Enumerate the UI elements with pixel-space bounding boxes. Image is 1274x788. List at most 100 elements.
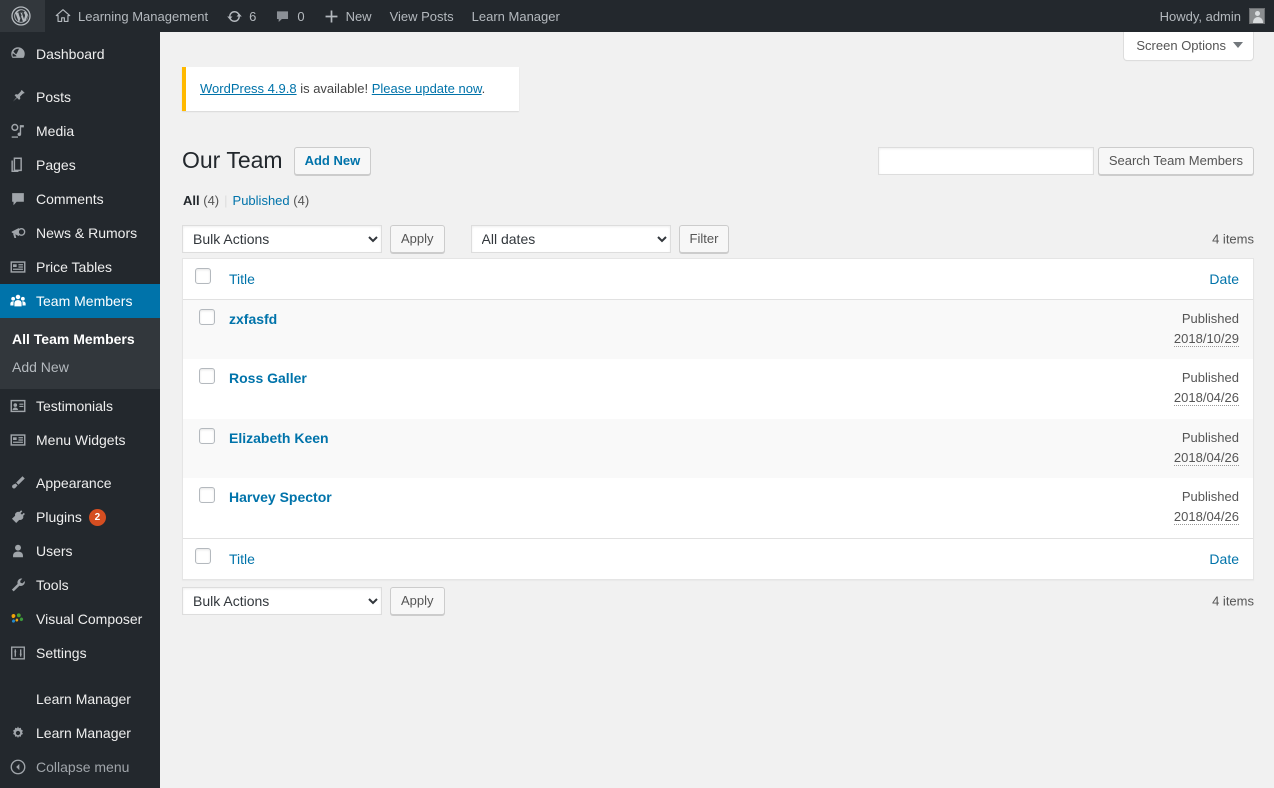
sidebar-item-testimonials[interactable]: Testimonials	[0, 389, 160, 423]
row-title-link[interactable]: Harvey Spector	[229, 489, 332, 505]
bulk-action-select-top[interactable]: Bulk Actions Edit Move to Trash	[182, 224, 382, 253]
bulk-apply-button-top[interactable]: Apply	[390, 224, 445, 253]
row-date-value: 2018/04/26	[1173, 449, 1239, 466]
sidebar-item-news-rumors[interactable]: News & Rumors	[0, 216, 160, 250]
sidebar-item-settings[interactable]: Settings	[0, 636, 160, 670]
visual-composer-icon	[0, 610, 36, 628]
media-icon	[0, 122, 36, 140]
plug-icon	[0, 508, 36, 526]
select-all-checkbox-bottom[interactable]	[195, 547, 211, 564]
collapse-menu-button[interactable]: Collapse menu	[0, 750, 160, 784]
sidebar-item-menu-widgets[interactable]: Menu Widgets	[0, 423, 160, 457]
search-submit-button[interactable]: Search Team Members	[1097, 147, 1254, 175]
select-all-checkbox-top[interactable]	[195, 267, 211, 284]
updates-menu[interactable]: 6	[217, 0, 265, 32]
my-account-menu[interactable]: Howdy, admin	[1151, 0, 1274, 32]
testimonial-icon	[0, 397, 36, 415]
table-footer-row: Title Date	[183, 537, 1253, 579]
tablenav-bottom: Bulk Actions Edit Move to Trash Apply 4 …	[182, 586, 1254, 616]
column-header-title[interactable]: Title	[219, 258, 819, 300]
comments-menu[interactable]: 0	[265, 0, 313, 32]
row-checkbox[interactable]	[199, 487, 215, 504]
view-posts-menu[interactable]: View Posts	[381, 0, 463, 32]
please-update-now-link[interactable]: Please update now	[372, 81, 482, 96]
sidebar-item-all-team-members[interactable]: All Team Members	[0, 325, 160, 353]
displaying-num-top: 4 items	[1212, 231, 1254, 246]
add-new-button[interactable]: Add New	[293, 147, 372, 175]
filter-published-label[interactable]: Published	[233, 193, 290, 208]
row-checkbox[interactable]	[199, 427, 215, 444]
collapse-arrow-icon	[0, 758, 36, 776]
user-avatar-icon	[1249, 8, 1265, 24]
row-checkbox[interactable]	[199, 308, 215, 325]
sidebar-item-team-members[interactable]: Team Members	[0, 284, 168, 318]
group-icon	[0, 292, 36, 310]
notice-end-text: .	[481, 81, 486, 96]
new-content-label: New	[345, 8, 372, 24]
table-header-row: Title Date	[183, 258, 1253, 300]
filter-link-all[interactable]: All (4)	[183, 191, 219, 211]
dashboard-icon	[0, 45, 36, 63]
menu-separator	[0, 670, 160, 682]
filter-all-label[interactable]: All	[183, 193, 200, 208]
sidebar-item-posts[interactable]: Posts	[0, 80, 160, 114]
chevron-down-icon	[1233, 42, 1243, 49]
row-title-link[interactable]: zxfasfd	[229, 311, 277, 327]
sidebar-item-dashboard[interactable]: Dashboard	[0, 37, 160, 71]
filter-link-published[interactable]: Published (4)	[233, 191, 310, 211]
column-footer-date[interactable]: Date	[818, 537, 1253, 579]
new-content-menu[interactable]: New	[314, 0, 381, 32]
sidebar-item-label: News & Rumors	[36, 225, 138, 241]
filter-button[interactable]: Filter	[678, 224, 730, 253]
sidebar-item-comments[interactable]: Comments	[0, 182, 160, 216]
sidebar-item-label: Tools	[36, 577, 69, 593]
sidebar-item-label: Learn Manager	[36, 691, 131, 707]
sidebar-item-pages[interactable]: Pages	[0, 148, 160, 182]
sidebar-item-learn-manager-2[interactable]: Learn Manager	[0, 716, 160, 750]
wordpress-logo-menu[interactable]	[0, 0, 45, 32]
learn-manager-menu[interactable]: Learn Manager	[463, 0, 569, 32]
row-date-cell: Published 2018/04/26	[818, 359, 1253, 419]
sidebar-item-add-new-team-member[interactable]: Add New	[0, 353, 160, 381]
row-checkbox[interactable]	[199, 368, 215, 385]
admin-bar-left-group: Learning Management 6 0 New View Posts L…	[0, 0, 569, 32]
search-input[interactable]	[877, 147, 1094, 175]
bulk-apply-button-bottom[interactable]: Apply	[390, 586, 445, 615]
sidebar-item-label: Team Members	[36, 293, 133, 309]
row-title-cell: Elizabeth Keen	[219, 419, 818, 479]
row-date-cell: Published 2018/04/26	[818, 419, 1253, 479]
screen-options-button[interactable]: Screen Options	[1123, 32, 1254, 61]
sidebar-item-users[interactable]: Users	[0, 534, 160, 568]
page-wrap: WordPress 4.9.8 is available! Please upd…	[160, 67, 1274, 616]
sidebar-item-label: Appearance	[36, 475, 112, 491]
sidebar-item-label: Dashboard	[36, 46, 105, 62]
sidebar-item-label: Price Tables	[36, 259, 113, 275]
sidebar-item-plugins[interactable]: Plugins 2	[0, 500, 160, 534]
sidebar-item-media[interactable]: Media	[0, 114, 160, 148]
search-box: Search Team Members	[877, 147, 1254, 175]
pin-icon	[0, 88, 36, 106]
updates-icon	[226, 8, 243, 25]
sidebar-item-visual-composer[interactable]: Visual Composer	[0, 602, 160, 636]
sidebar-item-label: Users	[36, 543, 73, 559]
sidebar-item-price-tables[interactable]: Price Tables	[0, 250, 160, 284]
table-head: Title Date	[183, 258, 1253, 300]
menu-widget-icon	[0, 431, 36, 449]
table-row: Elizabeth Keen Published 2018/04/26	[183, 418, 1253, 479]
site-name-menu[interactable]: Learning Management	[45, 0, 217, 32]
row-title-link[interactable]: Elizabeth Keen	[229, 430, 329, 446]
sidebar-item-learn-manager-1[interactable]: Learn Manager	[0, 682, 160, 716]
row-status-label: Published	[1181, 429, 1239, 445]
column-header-date[interactable]: Date	[818, 258, 1253, 300]
row-title-link[interactable]: Ross Galler	[229, 370, 307, 386]
bulk-action-select-bottom[interactable]: Bulk Actions Edit Move to Trash	[182, 586, 382, 615]
sidebar-item-tools[interactable]: Tools	[0, 568, 160, 602]
wordpress-version-link[interactable]: WordPress 4.9.8	[200, 81, 297, 96]
sidebar-item-appearance[interactable]: Appearance	[0, 466, 160, 500]
row-title-cell: zxfasfd	[219, 300, 818, 360]
date-filter-select[interactable]: All dates October 2018 April 2018	[470, 224, 671, 253]
post-status-filter-links: All (4) | Published (4)	[183, 191, 1254, 211]
gear-icon	[0, 724, 36, 742]
sidebar-item-label: Settings	[36, 645, 87, 661]
column-footer-title[interactable]: Title	[219, 537, 819, 579]
